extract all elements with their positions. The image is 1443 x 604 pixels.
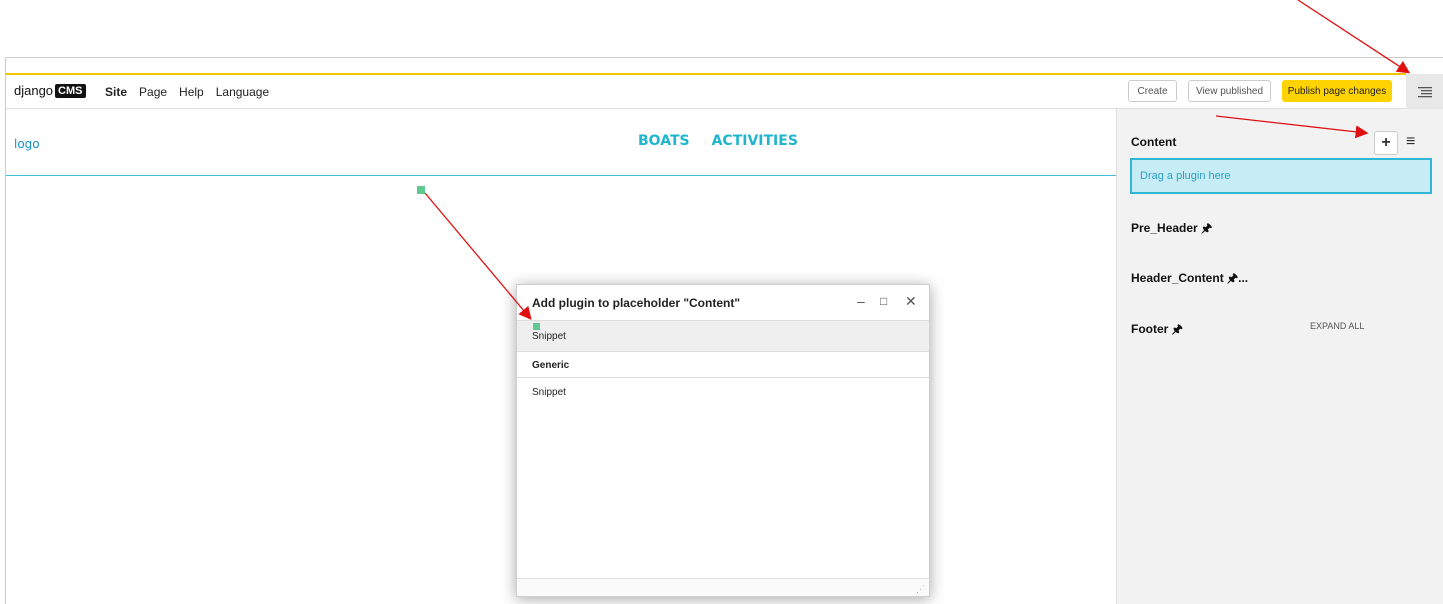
placeholder-marker[interactable]: [417, 186, 425, 194]
resize-handle-icon[interactable]: ⋰: [916, 584, 925, 595]
pin-icon: 🖈: [1171, 322, 1183, 336]
placeholder-pre-header[interactable]: Pre_Header 🖈: [1131, 219, 1212, 240]
plugin-drop-zone[interactable]: Drag a plugin here: [1130, 158, 1432, 194]
pre-header-label: Pre_Header: [1131, 221, 1198, 235]
maximize-icon[interactable]: □: [880, 294, 887, 308]
logo-text: django: [14, 83, 54, 98]
modal-title: Add plugin to placeholder "Content": [532, 296, 741, 310]
add-plugin-modal: Add plugin to placeholder "Content" – □ …: [516, 284, 930, 597]
logo-badge: CMS: [55, 83, 86, 98]
cms-frame: django CMS Site Page Help Language Creat…: [5, 57, 1443, 604]
menu-site[interactable]: Site: [105, 85, 127, 99]
placeholder-footer[interactable]: Footer 🖈: [1131, 320, 1183, 341]
django-cms-logo[interactable]: django CMS: [14, 83, 86, 98]
structure-icon: [1418, 86, 1432, 97]
header-content-label: Header_Content: [1131, 271, 1224, 285]
nav-boats[interactable]: BOATS: [638, 133, 690, 149]
modal-header: Add plugin to placeholder "Content" – □ …: [517, 285, 929, 321]
add-plugin-button[interactable]: +: [1374, 131, 1398, 155]
structure-mode-toggle[interactable]: [1406, 74, 1443, 109]
pin-icon: 🖈: [1227, 271, 1239, 285]
menu-page[interactable]: Page: [139, 85, 167, 99]
view-published-button[interactable]: View published: [1188, 80, 1271, 102]
plugin-item-snippet[interactable]: Snippet: [517, 381, 929, 403]
footer-label: Footer: [1131, 322, 1169, 336]
placeholder-content-title: Content: [1131, 135, 1177, 149]
close-icon[interactable]: ✕: [905, 293, 917, 310]
minimize-icon[interactable]: –: [857, 293, 865, 309]
modal-footer: ⋰: [517, 578, 929, 596]
plus-icon: +: [1381, 134, 1391, 151]
menu-help[interactable]: Help: [179, 85, 204, 99]
plugin-search-result[interactable]: Snippet: [517, 321, 929, 352]
placeholder-header-content[interactable]: Header_Content 🖈...: [1131, 269, 1248, 290]
drop-zone-text: Drag a plugin here: [1140, 170, 1231, 182]
toolbar-accent-line: [6, 73, 1406, 75]
plugin-group-generic: Generic: [517, 353, 929, 378]
publish-page-changes-button[interactable]: Publish page changes: [1282, 80, 1392, 102]
site-nav: BOATS ACTIVITIES: [638, 133, 798, 149]
plugin-item-label: Snippet: [532, 331, 566, 342]
structure-sidebar: Content + ≡ Drag a plugin here Pre_Heade…: [1116, 109, 1443, 604]
hamburger-menu-icon[interactable]: ≡: [1406, 133, 1415, 151]
toolbar-menu: Site Page Help Language: [105, 85, 269, 99]
modal-marker: [533, 323, 540, 330]
create-button[interactable]: Create: [1128, 80, 1177, 102]
site-logo[interactable]: logo: [14, 137, 40, 151]
site-header: logo BOATS ACTIVITIES: [6, 109, 1116, 176]
pin-icon: 🖈: [1201, 221, 1213, 235]
expand-all-link[interactable]: EXPAND ALL: [1310, 321, 1364, 331]
ellipsis: ...: [1238, 271, 1249, 285]
menu-language[interactable]: Language: [216, 85, 269, 99]
cms-toolbar: django CMS Site Page Help Language Creat…: [6, 58, 1443, 109]
nav-activities[interactable]: ACTIVITIES: [712, 133, 798, 149]
